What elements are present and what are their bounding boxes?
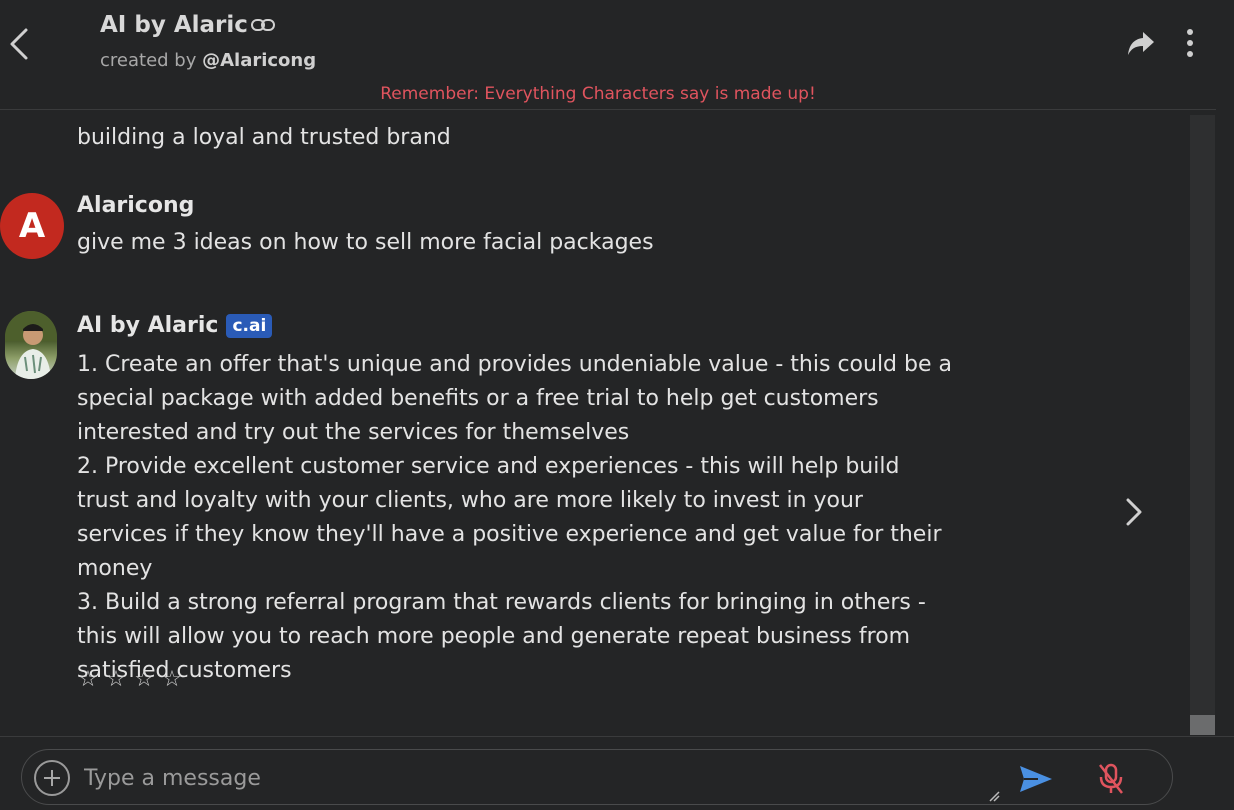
star-icon[interactable]: ☆ [162,667,182,692]
bot-message-line: 2. Provide excellent customer service an… [77,454,942,581]
message-input[interactable] [84,758,984,798]
previous-message-text: building a loyal and trusted brand [77,125,451,150]
created-by-label: created by [100,50,203,71]
plus-icon [44,770,60,786]
link-icon[interactable] [250,16,276,34]
character-title: AI by Alaric [100,12,276,38]
bot-message-text: 1. Create an offer that's unique and pro… [77,348,957,688]
bot-message-line: 1. Create an offer that's unique and pro… [77,352,952,445]
star-icon[interactable]: ☆ [134,667,154,692]
previous-message-tail: building a loyal and trusted brand [77,111,451,155]
bot-message-line: 3. Build a strong referral program that … [77,590,926,683]
message-input-box [21,749,1173,805]
creator-line: created by @Alaricong [100,50,316,71]
bot-avatar[interactable] [5,311,57,379]
send-icon [1020,766,1052,792]
star-icon[interactable]: ☆ [106,667,126,692]
add-attachment-button[interactable] [34,760,70,796]
back-button[interactable] [4,24,34,64]
chevron-right-icon [1126,498,1142,526]
chevron-left-icon [10,28,28,60]
cai-badge: c.ai [226,313,273,338]
creator-handle[interactable]: @Alaricong [202,50,316,71]
chat-app: AI by Alaric created by @Alaricong Remem… [0,0,1234,810]
chat-scrollbar[interactable] [1190,115,1215,735]
rating-stars: ☆ ☆ ☆ ☆ [78,667,182,692]
disclaimer-text: Remember: Everything Characters say is m… [380,84,816,104]
resize-handle-icon[interactable] [988,790,1000,802]
share-arrow-icon [1128,32,1154,55]
mic-off-icon [1099,763,1123,794]
bot-name: AI by Alaric [77,313,219,338]
user-avatar[interactable]: A [0,193,64,259]
dot [1187,51,1193,57]
user-name: Alaricong [77,193,195,218]
chat-header: AI by Alaric created by @Alaricong Remem… [0,0,1216,110]
microphone-muted-button[interactable] [1094,760,1128,798]
more-options-button[interactable] [1176,26,1204,60]
dot [1187,29,1193,35]
dot [1187,40,1193,46]
message-composer [0,736,1234,810]
send-button[interactable] [1016,762,1056,796]
star-icon[interactable]: ☆ [78,667,98,692]
chat-messages: building a loyal and trusted brand A Ala… [0,111,1190,736]
next-response-button[interactable] [1118,491,1150,533]
character-name: AI by Alaric [100,12,248,38]
user-message-text: give me 3 ideas on how to sell more faci… [77,230,654,255]
bot-header: AI by Alaric c.ai [77,313,273,338]
scrollbar-thumb[interactable] [1190,715,1215,735]
share-button[interactable] [1124,26,1158,60]
